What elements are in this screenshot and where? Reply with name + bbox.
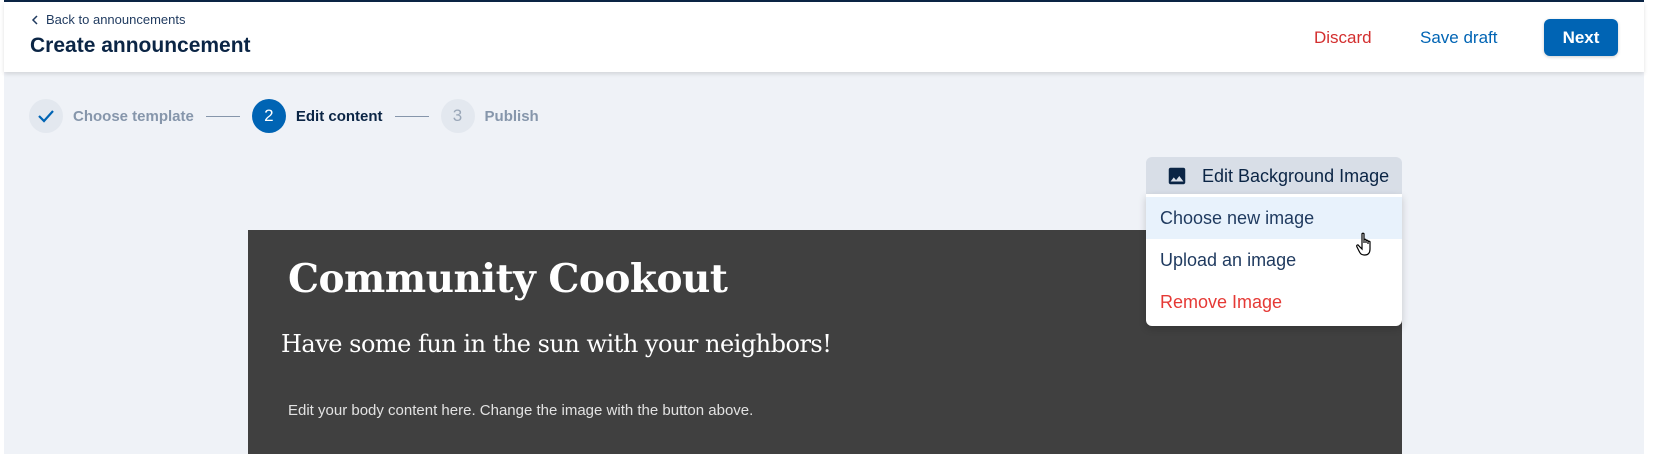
progress-stepper: Choose template 2 Edit content 3 Publish [29, 99, 539, 133]
step-divider [394, 115, 429, 117]
chevron-left-icon [31, 14, 38, 25]
edit-background-image-button[interactable]: Edit Background Image [1146, 157, 1402, 195]
step-label: Publish [484, 107, 539, 125]
step-divider [205, 115, 240, 117]
step-label: Choose template [73, 107, 194, 125]
hand-pointer-icon [1356, 232, 1371, 256]
step-number: 3 [440, 99, 475, 133]
announcement-subtitle[interactable]: Have some fun in the sun with your neigh… [281, 330, 832, 358]
discard-button[interactable]: Discard [1314, 28, 1372, 48]
app-window: Back to announcements Create announcemen… [4, 0, 1644, 454]
menu-item-remove-image[interactable]: Remove Image [1146, 281, 1402, 323]
background-image-menu: Choose new image Upload an image Remove … [1146, 194, 1402, 326]
step-choose-template[interactable]: Choose template [29, 99, 194, 133]
back-link-label: Back to announcements [46, 12, 186, 27]
step-publish[interactable]: 3 Publish [440, 99, 539, 133]
checkmark-icon [38, 110, 54, 123]
next-button[interactable]: Next [1544, 19, 1618, 56]
step-edit-content[interactable]: 2 Edit content [251, 99, 383, 133]
image-icon [1168, 167, 1186, 185]
save-draft-button[interactable]: Save draft [1420, 28, 1498, 48]
announcement-body[interactable]: Edit your body content here. Change the … [288, 402, 753, 419]
step-done-circle [29, 99, 63, 133]
page-title: Create announcement [30, 34, 251, 57]
top-header: Back to announcements Create announcemen… [4, 2, 1644, 72]
step-number: 2 [251, 99, 286, 133]
back-link[interactable]: Back to announcements [30, 12, 185, 27]
announcement-title[interactable]: Community Cookout [288, 256, 728, 302]
edit-background-image-label: Edit Background Image [1202, 165, 1390, 186]
step-label: Edit content [295, 107, 383, 125]
